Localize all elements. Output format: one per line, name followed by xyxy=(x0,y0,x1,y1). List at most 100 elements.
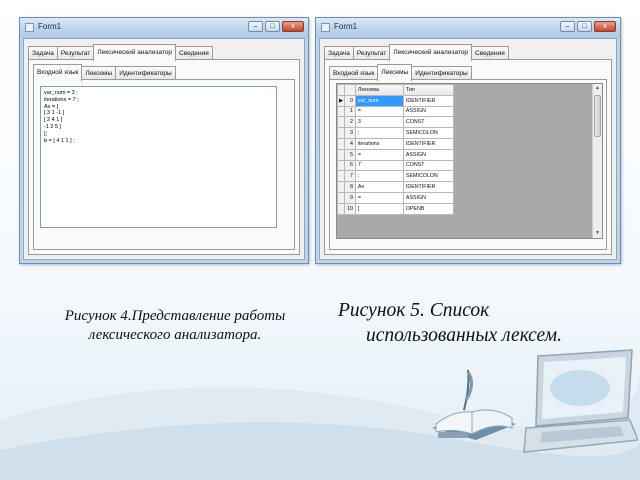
lexeme-cell[interactable]: ; xyxy=(354,127,404,139)
table-row[interactable]: 2 3 CONST xyxy=(337,116,454,129)
figure-4-caption: Рисунок 4.Представление работы лексическ… xyxy=(64,308,286,343)
table-row[interactable]: 9 = ASSIGN xyxy=(337,191,454,204)
row-index-cell: 9 xyxy=(344,191,356,204)
row-index-cell: 2 xyxy=(344,116,356,129)
row-header-cell[interactable] xyxy=(337,137,345,150)
figure-5-caption-line2: использованных лексем. xyxy=(366,325,562,346)
left-form-window: Form1 – □ x Задача Результат Лексический… xyxy=(19,17,309,264)
left-sub-page: var_num = 3 ; iterations = 7 ; Ax = [[ 3 1… xyxy=(33,79,295,250)
row-index-cell: 5 xyxy=(344,148,356,161)
row-header-cell[interactable] xyxy=(337,116,345,129)
row-header-cell[interactable] xyxy=(337,127,345,139)
form-app-icon xyxy=(321,23,330,32)
table-row[interactable]: 6 7 CONST xyxy=(337,159,454,172)
grid-corner-cell xyxy=(337,84,345,96)
lexeme-cell[interactable]: [ xyxy=(354,202,404,215)
maximize-button[interactable]: □ xyxy=(577,21,592,32)
scroll-up-arrow-icon[interactable]: ▲ xyxy=(593,84,602,93)
code-line: iterations = 7 ; xyxy=(44,96,79,103)
row-header-cell[interactable] xyxy=(337,202,345,215)
code-line: ]; xyxy=(44,130,48,137)
minimize-button[interactable]: – xyxy=(560,21,575,32)
maximize-button[interactable]: □ xyxy=(265,21,280,32)
type-cell[interactable]: IDENTIFIER xyxy=(402,94,454,107)
type-cell[interactable]: CONST xyxy=(402,159,454,172)
scroll-thumb[interactable] xyxy=(594,95,601,137)
lexeme-cell[interactable]: ; xyxy=(354,170,404,183)
code-line: b = [ 4 1 1 ] ; xyxy=(44,137,75,144)
type-cell[interactable]: ASSIGN xyxy=(402,148,454,161)
type-cell[interactable]: SEMICOLON xyxy=(402,170,454,183)
close-button[interactable]: x xyxy=(282,21,304,32)
type-cell[interactable]: ASSIGN xyxy=(402,191,454,204)
code-line: var_num = 3 ; xyxy=(44,90,78,96)
row-index-cell: 7 xyxy=(344,170,356,183)
left-window-client: Задача Результат Лексический анализатор … xyxy=(23,38,305,260)
table-row[interactable]: 5 = ASSIGN xyxy=(337,148,454,161)
row-index-cell: 1 xyxy=(344,105,356,118)
code-line: [ 2 4 1 ] xyxy=(44,117,63,124)
type-cell[interactable]: ASSIGN xyxy=(402,105,454,118)
row-header-cell[interactable] xyxy=(337,105,345,118)
row-header-cell[interactable] xyxy=(337,148,345,161)
lexeme-data-grid[interactable]: Лексема Тип ▶ 0 var_num IDENTIFIER 1 = ASSIGN 2… xyxy=(336,83,603,239)
type-cell[interactable]: IDENTIFIER xyxy=(402,137,454,150)
grid-index-header xyxy=(344,84,356,96)
left-tab-page: Входной язык Лексемы Идентификаторы var_… xyxy=(28,59,300,255)
column-header-type[interactable]: Тип xyxy=(402,84,454,96)
right-window-titlebar[interactable]: Form1 – □ x xyxy=(316,18,620,38)
form-app-icon xyxy=(25,23,34,32)
code-line: [ 3 1 -1 ] xyxy=(44,110,65,117)
left-window-titlebar[interactable]: Form1 – □ x xyxy=(20,18,308,38)
type-cell[interactable]: SEMICOLON xyxy=(402,127,454,139)
table-row[interactable]: 4 iterations IDENTIFIER xyxy=(337,137,454,150)
row-header-cell[interactable] xyxy=(337,170,345,183)
minimize-button[interactable]: – xyxy=(248,21,263,32)
row-header-cell[interactable] xyxy=(337,181,345,193)
subtab-lexemes[interactable]: Лексемы xyxy=(377,64,413,81)
row-header-cell[interactable] xyxy=(337,191,345,204)
table-row[interactable]: 7; SEMICOLON xyxy=(337,170,454,183)
table-row[interactable]: 8 Ax IDENTIFIER xyxy=(337,181,454,193)
table-row[interactable]: ▶ 0 var_num IDENTIFIER xyxy=(337,94,454,107)
type-cell[interactable]: OPENB xyxy=(402,202,454,215)
row-index-cell: 6 xyxy=(344,159,356,172)
laptop-illustration xyxy=(523,349,638,453)
lexeme-cell[interactable]: 7 xyxy=(354,159,404,172)
lexeme-cell[interactable]: = xyxy=(354,105,404,118)
table-row[interactable]: 1 = ASSIGN xyxy=(337,105,454,118)
lexeme-cell[interactable]: Ax xyxy=(354,181,404,193)
lexeme-cell[interactable]: 3 xyxy=(354,116,404,129)
left-window-title: Form1 xyxy=(38,22,62,31)
close-button[interactable]: x xyxy=(594,21,616,32)
lexeme-cell[interactable]: = xyxy=(354,148,404,161)
source-code-textbox[interactable]: var_num = 3 ; iterations = 7 ; Ax = [[ 3 1… xyxy=(40,86,277,228)
code-line: Ax = [ xyxy=(44,103,59,110)
right-form-window: Form1 – □ x Задача Результат Лексический… xyxy=(315,17,621,264)
lexeme-cell[interactable]: iterations xyxy=(354,137,404,150)
right-sub-page: Лексема Тип ▶ 0 var_num IDENTIFIER 1 = ASSIGN 2… xyxy=(329,79,607,250)
right-window-client: Задача Результат Лексический анализатор … xyxy=(319,38,617,260)
type-cell[interactable]: CONST xyxy=(402,116,454,129)
row-index-cell: 10 xyxy=(344,202,356,215)
subtab-input-language[interactable]: Входной язык xyxy=(33,64,83,81)
tab-lexical-analyzer[interactable]: Лексический анализатор xyxy=(389,44,473,61)
figure-5-caption-line1: Рисунок 5. Список xyxy=(338,300,490,321)
lexeme-cell[interactable]: var_num xyxy=(354,94,404,107)
tab-lexical-analyzer[interactable]: Лексический анализатор xyxy=(93,44,177,61)
grid-header-row: Лексема Тип xyxy=(337,84,454,96)
code-line: -1 2 5 ] xyxy=(44,123,62,130)
row-index-cell: 0 xyxy=(344,94,356,107)
grid-vertical-scrollbar[interactable]: ▲ ▼ xyxy=(592,84,602,238)
lexeme-cell[interactable]: = xyxy=(354,191,404,204)
table-row[interactable]: 10[OPENB xyxy=(337,202,454,215)
row-index-cell: 4 xyxy=(344,137,356,150)
table-row[interactable]: 3; SEMICOLON xyxy=(337,127,454,139)
right-tab-page: Входной язык Лексемы Идентификаторы Лекс… xyxy=(324,59,612,255)
current-row-indicator-icon[interactable]: ▶ xyxy=(337,94,345,107)
type-cell[interactable]: IDENTIFIER xyxy=(402,181,454,193)
row-header-cell[interactable] xyxy=(337,159,345,172)
scroll-down-arrow-icon[interactable]: ▼ xyxy=(593,229,602,238)
row-index-cell: 8 xyxy=(344,181,356,193)
column-header-lexeme[interactable]: Лексема xyxy=(354,84,404,96)
